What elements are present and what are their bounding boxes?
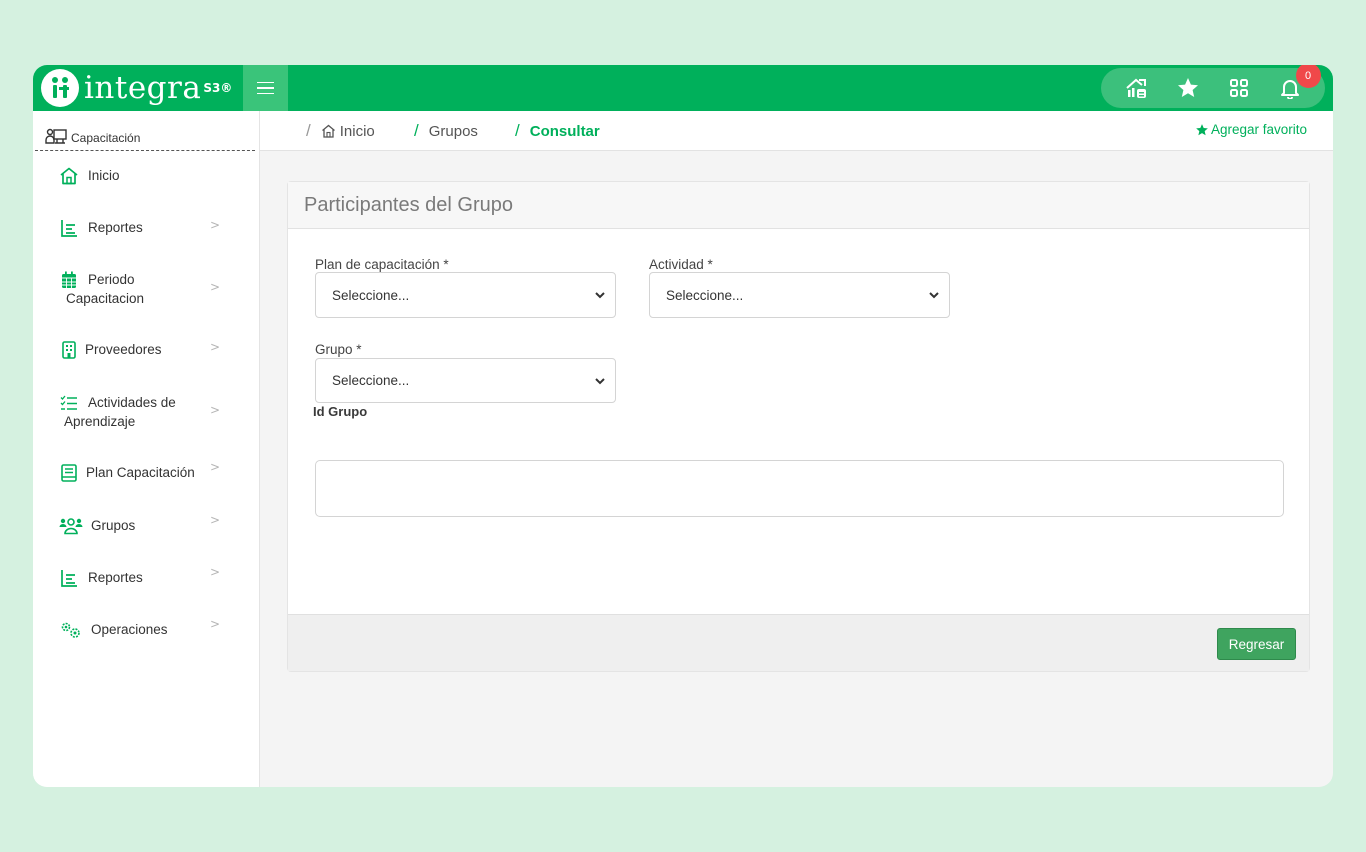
sidebar-item-operaciones[interactable]: Operaciones > <box>33 617 260 640</box>
add-favorite-link[interactable]: Agregar favorito <box>1195 122 1307 137</box>
plan-select[interactable]: Seleccione... <box>315 272 616 318</box>
sidebar-item-label-line2: Capacitacion <box>66 291 145 306</box>
book-icon <box>59 463 79 483</box>
app-window: integra S3® 0 Capacitación Inicio Report… <box>33 65 1333 787</box>
chevron-down-icon <box>595 378 605 385</box>
hamburger-icon <box>257 81 274 84</box>
sidebar-item-periodo-capacitacion[interactable]: Periodo Capacitacion > <box>33 270 260 308</box>
sidebar-item-reportes-2[interactable]: Reportes > <box>33 565 260 588</box>
breadcrumb-label: Consultar <box>529 122 600 140</box>
breadcrumb: / Inicio / Grupos / Consultar Agregar fa… <box>260 111 1333 151</box>
sidebar-title: Capacitación <box>71 131 141 145</box>
sidebar-item-reportes[interactable]: Reportes > <box>33 218 260 238</box>
home-analytics-icon[interactable] <box>1124 75 1150 101</box>
breadcrumb-label: Grupos <box>428 122 478 140</box>
plan-label: Plan de capacitación * <box>315 257 449 272</box>
training-icon <box>45 128 67 144</box>
chevron-down-icon <box>595 292 605 299</box>
actividad-select-value: Seleccione... <box>666 287 744 303</box>
add-favorite-label: Agregar favorito <box>1210 122 1307 137</box>
hamburger-line <box>257 92 274 95</box>
breadcrumb-label: Inicio <box>339 122 375 140</box>
actividad-label: Actividad * <box>649 257 713 272</box>
sidebar-item-label-line2: Aprendizaje <box>64 414 136 429</box>
sidebar-item-label: Grupos <box>91 518 136 533</box>
top-bar: integra S3® 0 <box>33 65 1333 111</box>
sidebar-item-plan-capacitacion[interactable]: Plan Capacitación > <box>33 460 260 483</box>
plan-select-value: Seleccione... <box>332 287 410 303</box>
report-chart-icon <box>59 568 79 588</box>
chevron-right-icon: > <box>210 403 221 417</box>
logo-text: integra <box>84 70 202 106</box>
sidebar-item-label: Periodo <box>88 272 135 287</box>
gears-icon <box>59 620 83 640</box>
actividad-select[interactable]: Seleccione... <box>649 272 950 318</box>
grupo-select-value: Seleccione... <box>332 373 410 388</box>
sidebar-item-inicio[interactable]: Inicio <box>33 166 260 186</box>
notification-badge: 0 <box>1295 65 1321 88</box>
back-button[interactable]: Regresar <box>1217 628 1296 660</box>
card-footer: Regresar <box>288 614 1309 671</box>
sidebar-item-text: Actividades de Aprendizaje <box>64 393 176 431</box>
id-grupo-label: Id Grupo <box>313 404 368 419</box>
chevron-right-icon: > <box>210 340 221 354</box>
logo-icon <box>41 69 79 107</box>
sidebar-item-label: Reportes <box>88 220 143 235</box>
sidebar-item-grupos[interactable]: Grupos > <box>33 513 260 536</box>
breadcrumb-item-consultar: / Consultar <box>515 121 600 141</box>
calendar-icon <box>59 270 79 290</box>
chevron-right-icon: > <box>210 460 221 474</box>
checklist-icon <box>59 393 79 413</box>
grupo-select[interactable]: Seleccione... <box>315 358 616 403</box>
breadcrumb-item-grupos[interactable]: / Grupos <box>414 121 478 141</box>
sidebar-item-label: Proveedores <box>85 342 162 357</box>
logo[interactable]: integra S3® <box>33 65 240 111</box>
breadcrumb-separator: / <box>414 121 419 140</box>
group-icon <box>59 516 83 536</box>
apps-grid-icon[interactable] <box>1226 75 1252 101</box>
hamburger-line <box>257 87 274 89</box>
top-actions: 0 <box>1101 65 1325 108</box>
page-title: Participantes del Grupo <box>304 193 514 216</box>
chevron-right-icon: > <box>210 280 221 294</box>
id-grupo-field[interactable] <box>315 460 1284 517</box>
chevron-right-icon: > <box>210 617 221 631</box>
notifications-button[interactable]: 0 <box>1277 65 1321 101</box>
chevron-right-icon: > <box>210 565 221 579</box>
sidebar-item-actividades-aprendizaje[interactable]: Actividades de Aprendizaje > <box>33 393 260 431</box>
home-icon <box>59 166 79 186</box>
report-chart-icon <box>59 218 79 238</box>
grupo-label: Grupo * <box>315 342 362 357</box>
chevron-down-icon <box>929 292 939 299</box>
chevron-right-icon: > <box>210 513 221 527</box>
sidebar-item-label: Operaciones <box>91 622 168 637</box>
menu-toggle-button[interactable] <box>243 65 288 111</box>
sidebar-item-text: Periodo Capacitacion <box>66 270 144 308</box>
sidebar-item-label: Reportes <box>88 570 143 585</box>
building-icon <box>59 340 79 360</box>
chevron-right-icon: > <box>210 218 221 232</box>
breadcrumb-separator: / <box>306 121 311 140</box>
logo-mark: S3® <box>203 81 233 95</box>
star-icon[interactable] <box>1175 75 1201 101</box>
sidebar-item-label: Inicio <box>88 168 120 183</box>
sidebar-item-label: Plan Capacitación <box>86 465 195 480</box>
sidebar-item-proveedores[interactable]: Proveedores > <box>33 340 260 360</box>
breadcrumb-item-inicio[interactable]: / Inicio <box>306 121 375 141</box>
breadcrumb-separator: / <box>515 121 520 140</box>
sidebar-module-title: Capacitación <box>35 111 255 151</box>
sidebar-item-label: Actividades de <box>88 395 176 410</box>
participants-card: Participantes del Grupo Plan de capacita… <box>287 181 1310 672</box>
star-icon <box>1196 123 1208 135</box>
sidebar: Capacitación Inicio Reportes > Periodo C… <box>33 111 260 787</box>
card-header: Participantes del Grupo <box>288 182 1309 229</box>
home-icon <box>321 124 335 138</box>
